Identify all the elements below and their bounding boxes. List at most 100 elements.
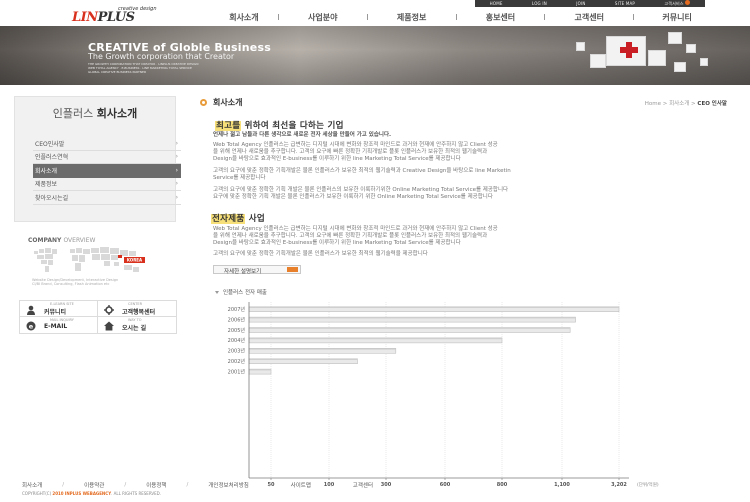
section-paragraph: Web Total Agency 인플러스는 급변하는 디지털 시대에 변화와 … [213, 142, 693, 162]
chart-bar-highlight [249, 348, 396, 350]
chart-category-label: 2004년 [228, 337, 246, 344]
chart-category-label: 2007년 [228, 306, 246, 313]
footer-link-policy[interactable]: 이용정책 [146, 481, 166, 489]
util-sitemap-link[interactable]: SITE MAP [615, 1, 635, 6]
sidebar-item-directions[interactable]: 찾아오시는길 › [33, 191, 181, 205]
nav-community[interactable]: 커뮤니티 [634, 12, 720, 23]
user-icon [27, 305, 35, 315]
section-paragraph: 고객의 요구에 맞춘 정확한 기획개발은 물론 인플러스가 보유한 최적의 웹기… [213, 168, 693, 182]
footer-link-divider: / [124, 482, 127, 488]
utility-nav: HOME LOG IN JOIN SITE MAP 고객서비스 [475, 0, 705, 7]
quick-directions[interactable]: WAY TO 오시는 길 [98, 317, 176, 333]
chevron-right-icon: › [175, 166, 178, 174]
sidebar-item-label: 회사소개 [35, 167, 58, 175]
logo-wordmark: LINPLUS [72, 10, 135, 25]
nav-pr-center[interactable]: 홍보센터 [457, 12, 545, 23]
util-customer-service-link[interactable]: 고객서비스 [664, 0, 691, 7]
chevron-right-icon: › [175, 180, 178, 188]
footer-link-privacy[interactable]: 개인정보처리방침 [208, 481, 248, 489]
chart-unit-label: (단위/억원) [637, 481, 659, 488]
quick-ko-label: 커뮤니티 [44, 309, 67, 316]
paragraph-line: Service를 제공합니다 [213, 174, 266, 181]
chart-category-label: 2002년 [228, 358, 246, 365]
overview-title-light: OVERVIEW [63, 237, 96, 244]
quick-ko-label: 고객행복센터 [122, 309, 156, 316]
nav-customer-center[interactable]: 고객센터 [545, 12, 633, 23]
nav-company[interactable]: 회사소개 [210, 12, 278, 23]
chart-tick-label: 800 [497, 482, 508, 488]
banner-block-graphic [686, 44, 696, 53]
section-paragraph: 고객의 요구에 맞춘 정확한 기획개발은 물론 인플러스가 보유한 최적의 웹기… [213, 251, 693, 258]
quick-email[interactable]: e MAIL INQUIRY E-MAIL [20, 317, 98, 333]
overview-caption-line: CI/BI Brand, Consulting, Flash Animation… [32, 282, 110, 286]
arrow-right-icon [287, 267, 298, 272]
sidebar-item-history[interactable]: 인플러스연혁 › [33, 151, 181, 164]
banner-block-graphic [648, 50, 666, 66]
chevron-right-icon: › [175, 139, 178, 147]
main-nav: 회사소개 사업분야 제품정보 홍보센터 고객센터 커뮤니티 [210, 10, 720, 24]
section-paragraph: 고객의 요구에 맞춘 정확한 기획 개발은 물론 인플러스의 보유한 이룩하기위… [213, 187, 693, 201]
home-icon [104, 321, 114, 331]
mail-icon: e [26, 321, 36, 331]
sidebar-item-ceo[interactable]: CEO인사말 › [33, 137, 181, 151]
chart-title: 인플러스 전자 매출 [215, 288, 267, 296]
main-visual-banner: CREATIVE of Globle Business The Growth c… [0, 26, 750, 85]
util-join-link[interactable]: JOIN [576, 1, 585, 6]
paragraph-line: Design을 바탕으로 효과적인 E-business를 이루하기 위한 li… [213, 155, 461, 162]
banner-red-cross-graphic [620, 47, 638, 53]
sidebar-item-company[interactable]: 회사소개 › [33, 164, 181, 178]
copyright-prefix: COPYRIGHT(C) [22, 491, 53, 496]
sidebar-item-label: CEO인사말 [35, 140, 65, 148]
sidebar-title-bold: 회사소개 [96, 107, 138, 120]
overview-title: COMPANY OVERVIEW [28, 237, 178, 244]
overview-title-bold: COMPANY [28, 237, 62, 244]
chart-tick-label: 1,100 [554, 482, 570, 488]
chart-bar-highlight [249, 337, 502, 340]
footer-link-terms[interactable]: 이용약관 [84, 481, 104, 489]
section-title-highlight: 전자제품 [211, 214, 246, 224]
paragraph-line: Web Total Agency 인플러스는 급변하는 디지털 시대에 변화와 … [213, 142, 498, 148]
chart-bar-highlight [249, 327, 571, 329]
section-paragraph: Web Total Agency 인플러스는 급변하는 디지털 시대에 변화와 … [213, 226, 693, 246]
util-customer-service-label: 고객서비스 [664, 1, 684, 6]
copyright-suffix: . ALL RIGHTS RESERVED. [111, 491, 162, 496]
section-lead: 언제나 젊고 남들과 다른 생각으로 새로운 전자 세상을 만들어 가고 있습니… [213, 132, 392, 138]
banner-fine-line: GLOBAL CREATIVE BUSINESS PARTNER [88, 70, 147, 74]
footer-link-company[interactable]: 회사소개 [22, 481, 42, 489]
svg-text:e: e [29, 322, 34, 330]
chart-bar-highlight [249, 369, 271, 371]
util-login-link[interactable]: LOG IN [532, 1, 547, 6]
chart-category-label: 2001년 [228, 368, 246, 375]
util-home-link[interactable]: HOME [490, 1, 503, 6]
orange-dot-icon [685, 0, 691, 5]
gear-icon [104, 305, 114, 315]
quick-en-label: MAIL INQUIRY [50, 318, 74, 322]
section-title: 전자제품 사업 [211, 212, 265, 224]
footer-link-divider: / [268, 482, 271, 488]
quick-ko-label: 오시는 길 [122, 325, 147, 332]
page-header: 회사소개 Home > 회사소개 > CEO 인사말 [199, 96, 729, 110]
quick-community[interactable]: E-LEARN SITE 커뮤니티 [20, 301, 98, 317]
paragraph-line: Design을 바탕으로 효과적인 E-business를 이루하기 위한 li… [213, 239, 461, 246]
sidebar-item-products[interactable]: 제품정보 › [33, 178, 181, 191]
paragraph-line: 고객의 요구에 맞춘 정확한 기획 개발은 물론 인플러스의 보유한 이룩하기위… [213, 187, 509, 193]
quick-en-label: E-LEARN SITE [50, 302, 74, 306]
overview-badge: KOREA [127, 258, 143, 263]
more-detail-label: 자세한 설명보기 [224, 269, 262, 275]
footer-links: 회사소개 / 이용약관 / 이용정책 / 개인정보처리방침 / 사이트맵 / 고… [22, 481, 442, 489]
footer-link-sitemap[interactable]: 사이트맵 [291, 481, 311, 489]
sidebar-list: CEO인사말 › 인플러스연혁 › 회사소개 › 제품정보 › 찾아오시는길 › [33, 137, 181, 205]
logo-wordmark-left: LIN [72, 10, 98, 25]
section-title-text: 사업 [245, 214, 265, 224]
chart-category-label: 2006년 [228, 316, 246, 323]
chart-bar-highlight [249, 306, 619, 308]
quick-customer-center[interactable]: CENTER 고객행복센터 [98, 301, 176, 317]
chart-category-label: 2003년 [228, 348, 246, 355]
more-detail-button[interactable]: 자세한 설명보기 [213, 265, 301, 275]
footer-link-customer-center[interactable]: 고객센터 [353, 481, 373, 489]
paragraph-line: Web Total Agency 인플러스는 급변하는 디지털 시대에 변화와 … [213, 226, 498, 232]
nav-products[interactable]: 제품정보 [368, 12, 456, 23]
overview-caption: Website Design/Development, Interactive … [32, 278, 162, 286]
nav-business[interactable]: 사업분야 [279, 12, 367, 23]
logo-wordmark-right: PLUS [97, 10, 135, 25]
